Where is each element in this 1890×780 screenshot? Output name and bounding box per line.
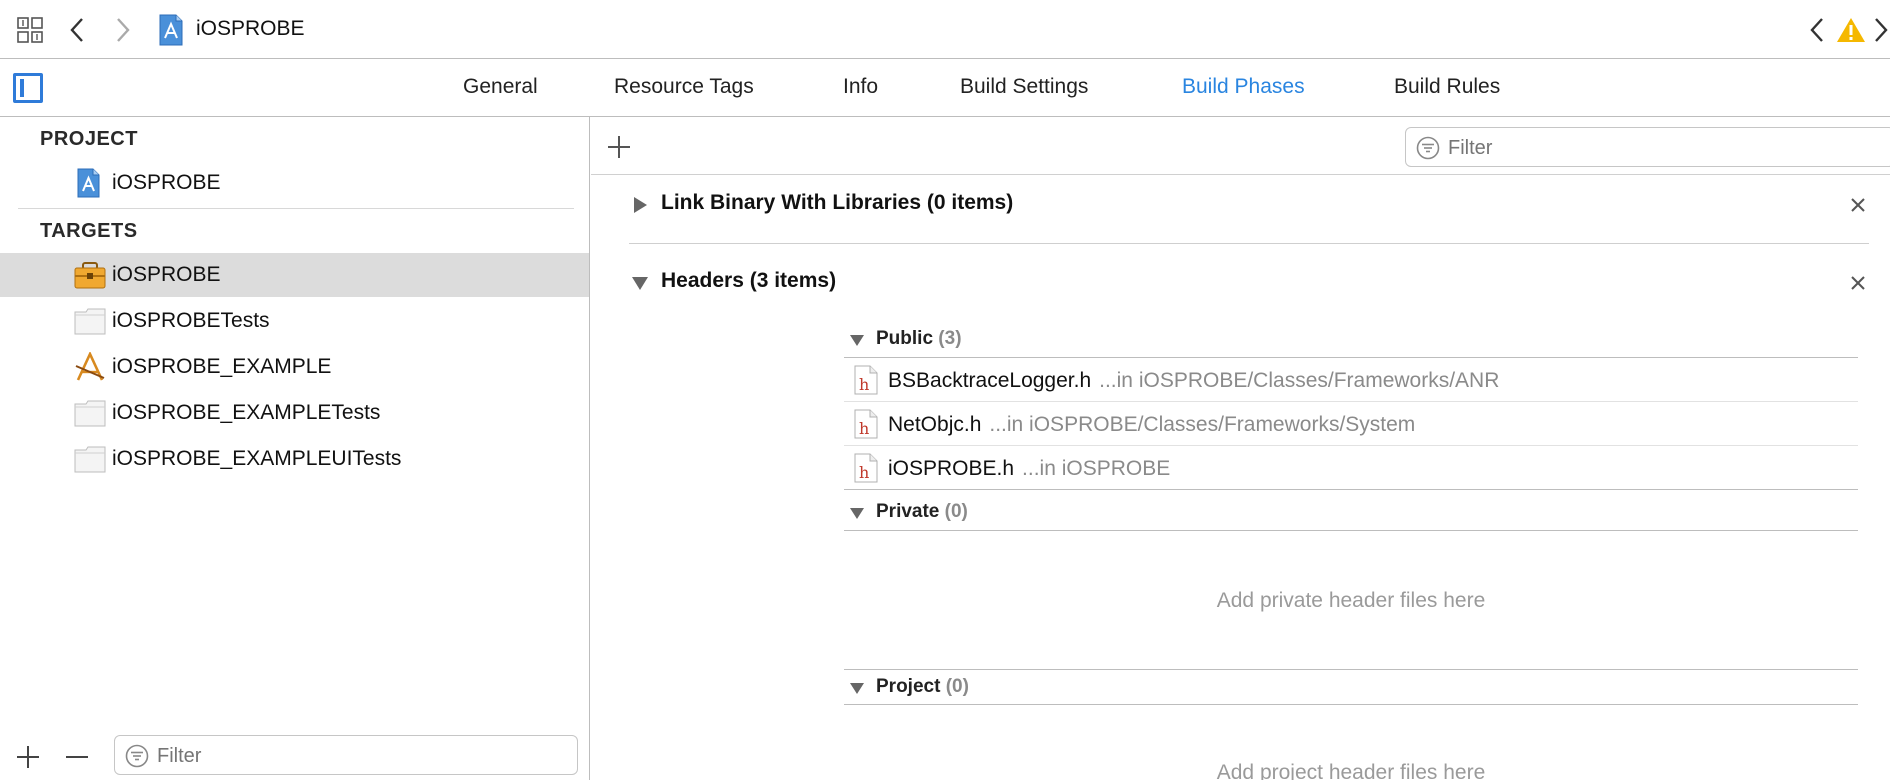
phase-title: Headers (3 items) [661,269,837,292]
tab-build-settings[interactable]: Build Settings [960,75,1088,99]
add-build-phase-icon[interactable] [605,133,633,161]
app-target-icon [75,352,105,381]
section-divider [18,208,574,209]
header-file-row[interactable]: h NetObjc.h ...in iOSPROBE/Classes/Framew… [844,402,1858,446]
build-phases-filter-field[interactable] [1405,127,1890,167]
delete-phase-icon[interactable] [1847,194,1869,216]
project-section-header: PROJECT [40,128,138,150]
header-file-row[interactable]: h iOSPROBE.h ...in iOSPROBE [844,446,1858,490]
phase-divider [629,243,1869,244]
sidebar-filter-input[interactable] [157,745,557,768]
filter-icon [1416,136,1440,160]
editor-tab-bar: General Resource Tags Info Build Setting… [0,59,1890,117]
file-path: ...in iOSPROBE/Classes/Frameworks/ANR [1099,369,1500,392]
header-file-icon: h [854,453,878,483]
project-item-label: iOSPROBE [112,171,221,194]
group-count: (0) [945,676,969,697]
test-bundle-icon [74,400,106,427]
group-count: (0) [944,501,968,522]
tab-build-rules[interactable]: Build Rules [1394,75,1500,99]
top-toolbar: iOSPROBE [0,0,1890,59]
build-phases-filter-input[interactable] [1448,137,1848,160]
header-file-row[interactable]: h BSBacktraceLogger.h ...in iOSPROBE/Clas… [844,358,1858,402]
test-bundle-icon [74,308,106,335]
svg-text:h: h [859,375,869,394]
target-item-iosprobe-exampleuitests[interactable]: iOSPROBE_EXAMPLEUITests [0,437,589,481]
tab-info[interactable]: Info [843,75,878,99]
add-target-icon[interactable] [14,743,42,771]
headers-group-project[interactable]: Project (0) [844,669,1858,705]
svg-text:h: h [859,419,869,438]
group-label: Project (0) [876,676,969,698]
project-item[interactable]: iOSPROBE [0,161,589,205]
disclosure-expanded-icon[interactable] [848,504,866,522]
svg-text:h: h [859,463,869,482]
next-issue-icon[interactable] [1872,14,1890,46]
group-name: Private [876,501,940,522]
tab-resource-tags[interactable]: Resource Tags [614,75,754,99]
window-title[interactable]: iOSPROBE [196,17,305,41]
header-file-icon: h [854,409,878,439]
xcode-project-icon [77,168,100,198]
build-phases-toolbar [591,117,1890,175]
target-item-label: iOSPROBE_EXAMPLE [112,355,332,378]
target-item-label: iOSPROBE_EXAMPLEUITests [112,447,402,470]
targets-section-header: TARGETS [40,220,138,242]
group-name: Project [876,676,941,697]
navigate-forward-icon[interactable] [112,14,134,46]
project-target-list: PROJECT iOSPROBE TARGETS iOSPROBE iOSPRO… [0,117,590,780]
test-bundle-icon [74,446,106,473]
target-item-iosprobe-exampletests[interactable]: iOSPROBE_EXAMPLETests [0,391,589,435]
filter-icon [125,744,149,768]
project-headers-drop-placeholder[interactable]: Add project header files here [844,761,1858,780]
header-file-icon: h [854,365,878,395]
sidebar-filter-field[interactable] [114,735,578,775]
target-item-label: iOSPROBE_EXAMPLETests [112,401,381,424]
file-path: ...in iOSPROBE [1022,457,1171,480]
private-headers-drop-placeholder[interactable]: Add private header files here [844,589,1858,613]
build-phases-editor: Link Binary With Libraries (0 items) Hea… [591,117,1890,780]
disclosure-collapsed-icon[interactable] [629,194,651,216]
warning-icon[interactable] [1836,16,1866,44]
file-name: NetObjc.h [888,413,982,436]
group-label: Private (0) [876,501,968,523]
xcode-project-icon [159,14,183,46]
disclosure-expanded-icon[interactable] [629,272,651,294]
disclosure-expanded-icon[interactable] [848,331,866,349]
group-count: (3) [938,328,962,349]
related-items-grid-icon[interactable] [16,16,44,44]
target-item-iosprobetests[interactable]: iOSPROBETests [0,299,589,343]
tab-build-phases[interactable]: Build Phases [1182,75,1305,99]
delete-phase-icon[interactable] [1847,272,1869,294]
group-name: Public [876,328,934,349]
previous-issue-icon[interactable] [1806,14,1828,46]
headers-group-public[interactable]: Public (3) [844,322,1858,358]
target-item-label: iOSPROBE [112,263,221,286]
phase-headers[interactable]: Headers (3 items) [629,253,1869,313]
remove-target-icon[interactable] [64,743,90,771]
target-item-iosprobe-example[interactable]: iOSPROBE_EXAMPLE [0,345,589,389]
group-label: Public (3) [876,328,962,350]
navigate-back-icon[interactable] [66,14,88,46]
tab-general[interactable]: General [463,75,538,99]
disclosure-expanded-icon[interactable] [848,679,866,697]
phase-title: Link Binary With Libraries (0 items) [661,191,1014,214]
file-name: BSBacktraceLogger.h [888,369,1092,392]
file-name: iOSPROBE.h [888,457,1015,480]
sidebar-toggle-icon[interactable] [13,73,43,103]
target-item-label: iOSPROBETests [112,309,270,332]
framework-toolbox-icon [74,262,106,289]
headers-group-private[interactable]: Private (0) [844,495,1858,531]
phase-link-binary[interactable]: Link Binary With Libraries (0 items) [629,175,1869,235]
file-path: ...in iOSPROBE/Classes/Frameworks/System [989,413,1416,436]
target-item-iosprobe[interactable]: iOSPROBE [0,253,589,297]
